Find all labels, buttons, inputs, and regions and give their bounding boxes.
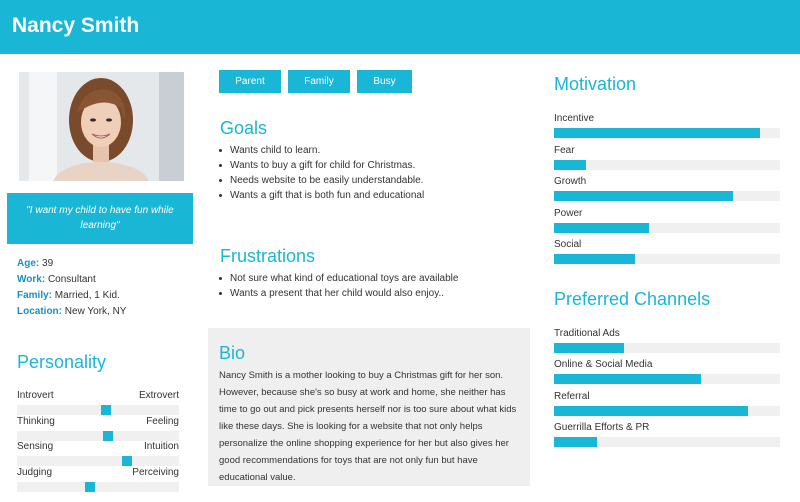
bar-fill [554, 374, 701, 384]
bio-panel: Bio Nancy Smith is a mother looking to b… [208, 328, 530, 486]
bio-title: Bio [219, 343, 246, 363]
bar-label: Growth [554, 176, 587, 187]
motivation-bar: Incentive [554, 113, 780, 144]
motivation-bar: Social [554, 239, 780, 270]
list-item: Not sure what kind of educational toys a… [217, 271, 458, 286]
motivation-title: Motivation [554, 74, 637, 94]
bar-track [554, 437, 780, 447]
fact-work: Work: Consultant [17, 272, 126, 288]
bar-fill [554, 160, 586, 170]
frustrations-list: Not sure what kind of educational toys a… [217, 271, 458, 301]
personality-trait: Introvert Extrovert [17, 390, 179, 419]
channel-bar: Referral [554, 391, 780, 422]
motivation-bar: Fear [554, 145, 780, 176]
list-item: Wants to buy a gift for child for Christ… [217, 158, 424, 173]
trait-right-label: Feeling [146, 416, 179, 427]
bar-fill [554, 128, 760, 138]
trait-left-label: Sensing [17, 441, 54, 452]
fact-label: Location: [17, 306, 62, 317]
personality-trait: Sensing Intuition [17, 441, 179, 470]
fact-location: Location: New York, NY [17, 304, 126, 320]
persona-facts: Age: 39 Work: Consultant Family: Married… [17, 256, 126, 320]
bar-label: Online & Social Media [554, 359, 653, 370]
bar-label: Incentive [554, 113, 595, 124]
bar-track [554, 160, 780, 170]
persona-name: Nancy Smith [12, 14, 140, 37]
fact-label: Work: [17, 274, 46, 285]
tag-parent: Parent [219, 70, 281, 93]
trait-track [17, 482, 179, 492]
fact-value: 39 [42, 258, 54, 269]
bar-track [554, 223, 780, 233]
channels-title: Preferred Channels [554, 289, 711, 309]
tag-busy: Busy [357, 70, 412, 93]
bar-fill [554, 254, 636, 264]
bar-label: Guerrilla Efforts & PR [554, 422, 650, 433]
trait-right-label: Intuition [143, 441, 179, 452]
fact-age: Age: 39 [17, 256, 126, 272]
bar-track [554, 343, 780, 353]
list-item: Needs website to be easily understandabl… [217, 173, 424, 188]
bar-label: Fear [554, 145, 575, 156]
channel-bar: Traditional Ads [554, 328, 780, 359]
trait-marker [85, 482, 95, 492]
bar-track [554, 128, 780, 138]
bar-fill [554, 343, 625, 353]
header-bar: Nancy Smith [0, 0, 800, 54]
trait-marker [103, 431, 113, 441]
fact-family: Family: Married, 1 Kid. [17, 288, 126, 304]
goals-title: Goals [220, 118, 268, 138]
bar-fill [554, 406, 749, 416]
trait-marker [122, 456, 132, 466]
motivation-bar: Growth [554, 176, 780, 207]
bar-fill [554, 437, 597, 447]
trait-marker [101, 405, 111, 415]
fact-label: Family: [17, 290, 53, 301]
bar-track [554, 191, 780, 201]
personality-trait: Judging Perceiving [17, 467, 179, 496]
trait-left-label: Thinking [17, 416, 55, 427]
personality-title: Personality [17, 352, 107, 372]
frustrations-title: Frustrations [220, 246, 316, 266]
list-item: Wants a present that her child would als… [217, 286, 458, 301]
bar-label: Referral [554, 391, 590, 402]
trait-left-label: Introvert [17, 390, 54, 401]
bar-label: Power [554, 208, 583, 219]
motivation-bar: Power [554, 208, 780, 239]
fact-label: Age: [17, 258, 40, 269]
trait-left-label: Judging [17, 467, 53, 478]
bar-label: Social [554, 239, 582, 250]
bar-track [554, 406, 780, 416]
bar-label: Traditional Ads [554, 328, 620, 339]
persona-quote: "I want my child to have fun while learn… [7, 193, 193, 244]
channel-bar: Guerrilla Efforts & PR [554, 422, 780, 453]
goals-list: Wants child to learn. Wants to buy a gif… [217, 143, 424, 203]
fact-value: Married, 1 Kid. [54, 290, 120, 301]
channel-bar: Online & Social Media [554, 359, 780, 390]
trait-track [17, 456, 179, 466]
fact-value: Consultant [47, 274, 96, 285]
bar-track [554, 374, 780, 384]
trait-right-label: Perceiving [132, 467, 179, 478]
bar-track [554, 254, 780, 264]
trait-track [17, 431, 179, 441]
list-item: Wants a gift that is both fun and educat… [217, 188, 424, 203]
fact-value: New York, NY [64, 306, 127, 317]
tag-family: Family [288, 70, 350, 93]
bio-text: Nancy Smith is a mother looking to buy a… [219, 370, 517, 483]
trait-track [17, 405, 179, 415]
list-item: Wants child to learn. [217, 143, 424, 158]
bar-fill [554, 223, 649, 233]
bar-fill [554, 191, 733, 201]
persona-photo [19, 72, 184, 181]
trait-right-label: Extrovert [138, 390, 179, 401]
